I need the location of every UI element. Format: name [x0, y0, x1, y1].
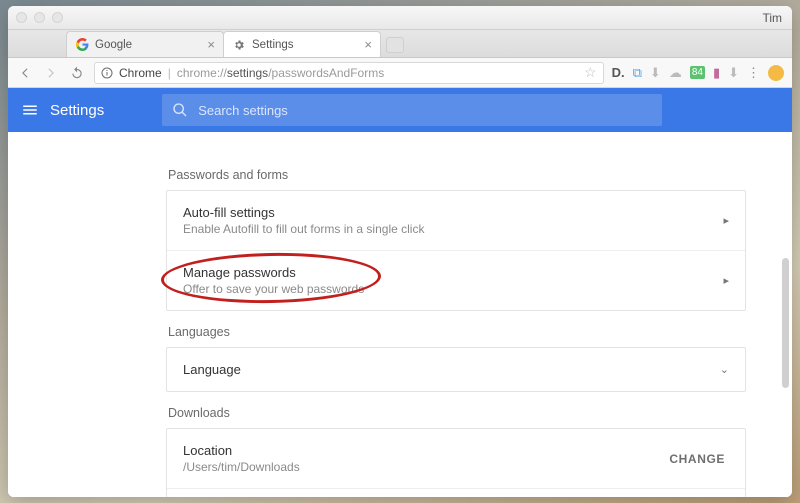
row-language[interactable]: Language ⌄	[167, 348, 745, 391]
window-titlebar: Tim	[8, 6, 792, 30]
tab-label: Settings	[252, 39, 294, 51]
chevron-right-icon: ▸	[723, 214, 729, 227]
row-download-location: Location /Users/tim/Downloads CHANGE	[167, 429, 745, 488]
section-heading-downloads: Downloads	[168, 406, 746, 420]
ext-icon-5[interactable]: 84	[690, 66, 705, 79]
section-heading-languages: Languages	[168, 325, 746, 339]
star-icon[interactable]: ☆	[584, 64, 597, 81]
zoom-window-button[interactable]	[52, 12, 63, 23]
profile-avatar[interactable]	[768, 65, 784, 81]
info-icon	[101, 67, 113, 79]
new-tab-button[interactable]	[386, 37, 404, 53]
row-ask-where: Ask where to save each file before downl…	[167, 488, 745, 497]
omnibox-security: Chrome	[119, 66, 162, 80]
tab-label: Google	[95, 39, 132, 51]
ext-icon-4[interactable]: ☁	[669, 65, 682, 81]
ext-icon-2[interactable]: ⧉	[633, 65, 642, 81]
browser-window: Tim Google × Settings ×	[8, 6, 792, 497]
row-manage-passwords[interactable]: Manage passwords Offer to save your web …	[167, 250, 745, 310]
toolbar: Chrome | chrome://settings/passwordsAndF…	[8, 58, 792, 88]
page-content: Settings Passwords and forms Auto-fill s…	[8, 88, 792, 497]
address-bar[interactable]: Chrome | chrome://settings/passwordsAndF…	[94, 62, 604, 84]
page-title: Settings	[50, 102, 104, 119]
chevron-right-icon: ▸	[723, 274, 729, 287]
settings-body: Passwords and forms Auto-fill settings E…	[8, 132, 792, 497]
close-tab-icon[interactable]: ×	[207, 37, 215, 52]
traffic-lights	[16, 12, 63, 23]
row-subtitle: /Users/tim/Downloads	[183, 460, 665, 474]
minimize-window-button[interactable]	[34, 12, 45, 23]
chevron-down-icon: ⌄	[720, 363, 729, 376]
row-subtitle: Offer to save your web passwords	[183, 282, 711, 296]
search-input[interactable]	[198, 103, 652, 118]
row-autofill[interactable]: Auto-fill settings Enable Autofill to fi…	[167, 191, 745, 250]
back-button[interactable]	[16, 64, 34, 82]
section-heading-passwords: Passwords and forms	[168, 168, 746, 182]
row-title: Auto-fill settings	[183, 205, 711, 220]
ext-icon-1[interactable]: D.	[612, 65, 625, 80]
card-downloads: Location /Users/tim/Downloads CHANGE Ask…	[166, 428, 746, 497]
row-title: Language	[183, 362, 708, 377]
close-window-button[interactable]	[16, 12, 27, 23]
search-icon	[172, 102, 188, 118]
omnibox-url: chrome://settings/passwordsAndForms	[177, 66, 384, 80]
profile-name[interactable]: Tim	[762, 11, 782, 25]
ext-icon-6[interactable]: ▮	[713, 65, 720, 81]
settings-header: Settings	[8, 88, 792, 132]
tab-settings[interactable]: Settings ×	[223, 31, 381, 57]
change-button[interactable]: CHANGE	[665, 452, 729, 466]
gear-icon	[232, 38, 246, 52]
row-subtitle: Enable Autofill to fill out forms in a s…	[183, 222, 711, 236]
close-tab-icon[interactable]: ×	[364, 37, 372, 52]
tab-strip: Google × Settings ×	[8, 30, 792, 58]
extension-icons: D. ⧉ ⬇ ☁ 84 ▮ ⬇ ⋮	[612, 65, 784, 81]
google-favicon	[75, 38, 89, 52]
scrollbar-thumb[interactable]	[782, 258, 789, 388]
ext-icon-3[interactable]: ⬇	[650, 65, 661, 81]
ext-icon-7[interactable]: ⬇	[728, 65, 739, 81]
card-passwords: Auto-fill settings Enable Autofill to fi…	[166, 190, 746, 311]
reload-button[interactable]	[68, 64, 86, 82]
menu-button[interactable]	[8, 101, 52, 119]
tab-google[interactable]: Google ×	[66, 31, 224, 57]
row-title: Location	[183, 443, 665, 458]
card-languages: Language ⌄	[166, 347, 746, 392]
forward-button[interactable]	[42, 64, 60, 82]
menu-icon[interactable]: ⋮	[747, 65, 760, 81]
row-title: Manage passwords	[183, 265, 711, 280]
search-box[interactable]	[162, 94, 662, 126]
